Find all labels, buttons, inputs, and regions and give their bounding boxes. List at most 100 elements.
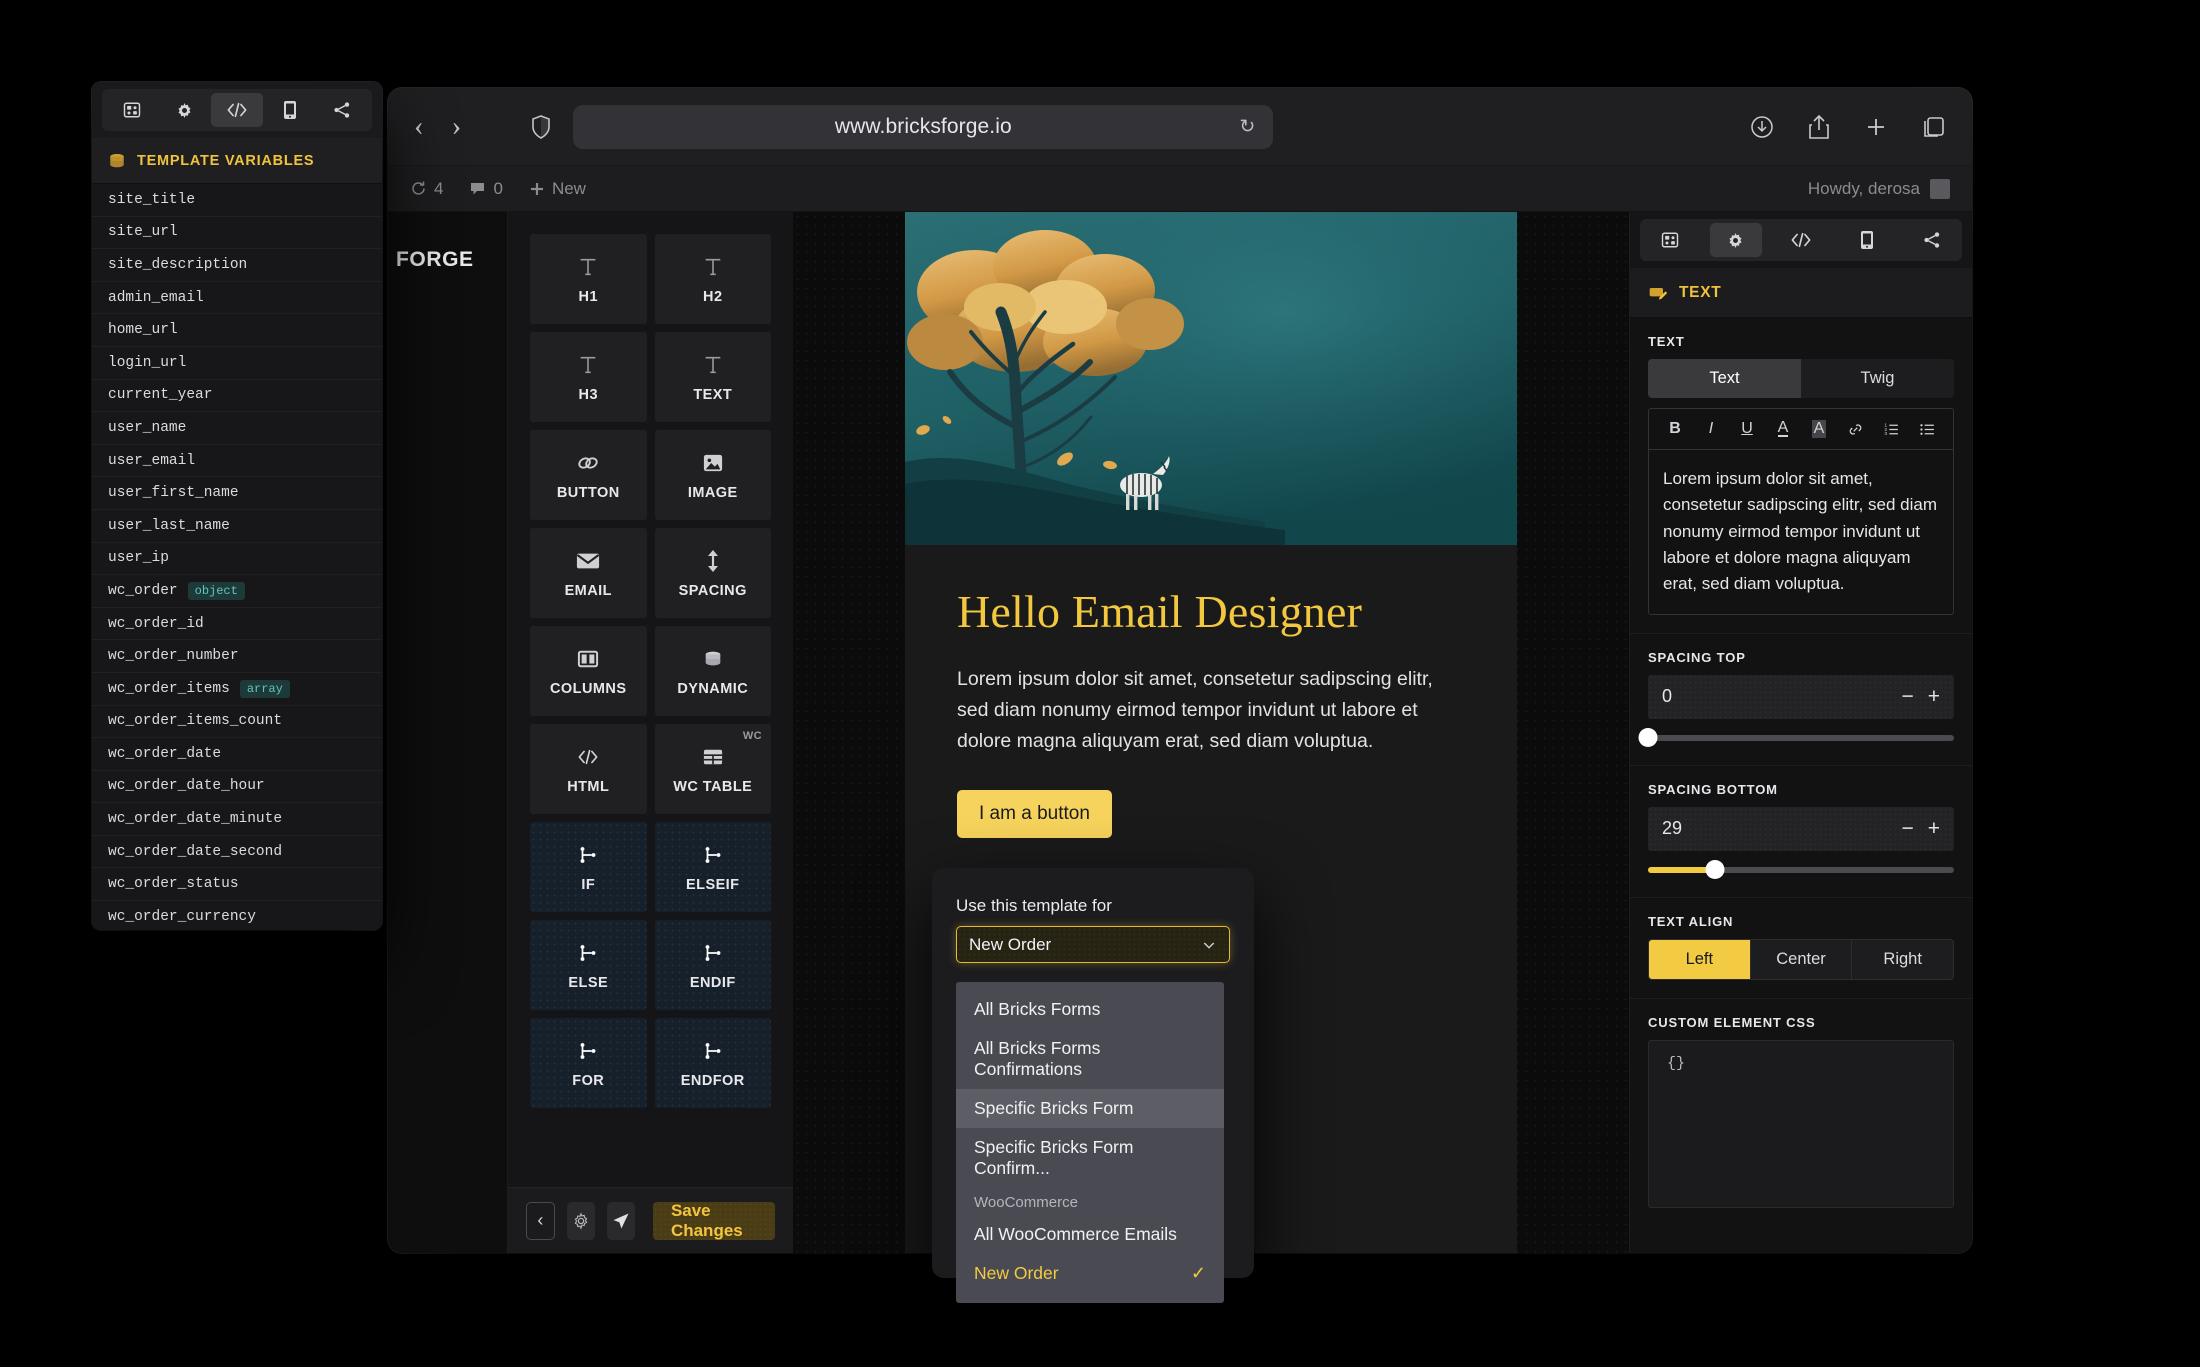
email-title[interactable]: Hello Email Designer xyxy=(957,585,1465,638)
palette-item-dynamic[interactable]: DYNAMIC xyxy=(654,626,771,716)
variable-row[interactable]: login_url xyxy=(92,347,382,380)
bold-icon[interactable]: B xyxy=(1657,418,1693,440)
variables-tab-share-nodes-icon[interactable] xyxy=(316,93,368,127)
new-tab-icon[interactable] xyxy=(1864,115,1888,139)
share-icon[interactable] xyxy=(1808,114,1830,140)
palette-item-button[interactable]: BUTTON xyxy=(530,430,647,520)
variable-row[interactable]: site_title xyxy=(92,184,382,217)
variable-row[interactable]: user_name xyxy=(92,412,382,445)
palette-item-spacing[interactable]: SPACING xyxy=(654,528,771,618)
highlight-icon[interactable]: A xyxy=(1801,418,1837,440)
slider-knob[interactable] xyxy=(1638,728,1658,748)
spacing-top-slider[interactable] xyxy=(1638,728,1954,748)
variable-row[interactable]: current_year xyxy=(92,380,382,413)
spacing-top-increment[interactable]: + xyxy=(1928,685,1940,709)
link-icon[interactable] xyxy=(1837,418,1873,440)
settings-tab-device-mobile-icon[interactable] xyxy=(1841,223,1893,257)
variable-row[interactable]: site_description xyxy=(92,249,382,282)
text-color-icon[interactable]: A xyxy=(1765,418,1801,440)
palette-item-h3[interactable]: H3 xyxy=(530,332,647,422)
variable-row[interactable]: wc_order_items array xyxy=(92,673,382,706)
variable-row[interactable]: admin_email xyxy=(92,282,382,315)
account-menu[interactable]: Howdy, derosa xyxy=(1808,178,1950,199)
variable-row[interactable]: wc_order_date_second xyxy=(92,836,382,869)
settings-button[interactable] xyxy=(566,1201,595,1240)
align-center-button[interactable]: Center xyxy=(1751,939,1853,979)
palette-item-email[interactable]: EMAIL xyxy=(530,528,647,618)
variable-row[interactable]: wc_order_id xyxy=(92,608,382,641)
back-button[interactable]: ‹ xyxy=(414,112,424,141)
spacing-bottom-slider[interactable] xyxy=(1648,860,1954,880)
spacing-top-decrement[interactable]: − xyxy=(1901,685,1913,709)
forward-button[interactable]: › xyxy=(452,112,462,141)
variables-tab-layout-icon[interactable] xyxy=(106,93,158,127)
variable-row[interactable]: user_last_name xyxy=(92,510,382,543)
palette-item-endfor[interactable]: ENDFOR xyxy=(654,1018,771,1108)
ordered-list-icon[interactable]: 123 xyxy=(1873,418,1909,440)
palette-item-image[interactable]: IMAGE xyxy=(654,430,771,520)
variable-row[interactable]: wc_order object xyxy=(92,575,382,608)
tab-twig[interactable]: Twig xyxy=(1801,359,1954,398)
email-body-text[interactable]: Lorem ipsum dolor sit amet, consetetur s… xyxy=(957,664,1465,756)
dropdown-option[interactable]: New Order ✓ xyxy=(956,1254,1224,1293)
palette-item-for[interactable]: FOR xyxy=(530,1018,647,1108)
palette-item-endif[interactable]: ENDIF xyxy=(654,920,771,1010)
variables-tab-gear-icon[interactable] xyxy=(159,93,211,127)
custom-css-editor[interactable]: {} xyxy=(1648,1039,1954,1208)
variables-tab-device-mobile-icon[interactable] xyxy=(264,93,316,127)
spacing-bottom-decrement[interactable]: − xyxy=(1901,817,1913,841)
variable-row[interactable]: wc_order_date_minute xyxy=(92,803,382,836)
tabs-overview-icon[interactable] xyxy=(1922,115,1946,139)
variable-row[interactable]: wc_order_number xyxy=(92,640,382,673)
variable-row[interactable]: user_email xyxy=(92,445,382,478)
variable-row[interactable]: wc_order_date xyxy=(92,738,382,771)
align-left-button[interactable]: Left xyxy=(1649,939,1751,979)
variable-row[interactable]: wc_order_items_count xyxy=(92,706,382,739)
settings-tab-code-icon[interactable] xyxy=(1775,223,1827,257)
dropdown-option[interactable]: All Bricks Forms Confirmations xyxy=(956,1029,1224,1089)
send-test-button[interactable] xyxy=(606,1201,635,1240)
variable-row[interactable]: wc_order_currency xyxy=(92,901,382,930)
variable-row[interactable]: site_url xyxy=(92,217,382,250)
shield-icon[interactable] xyxy=(531,114,551,139)
variable-row[interactable]: user_first_name xyxy=(92,477,382,510)
palette-item-columns[interactable]: COLUMNS xyxy=(530,626,647,716)
updates-indicator[interactable]: 4 xyxy=(410,179,443,199)
dropdown-option[interactable]: Specific Bricks Form Confirm... xyxy=(956,1128,1224,1188)
spacing-top-input[interactable]: 0 − + xyxy=(1648,674,1954,719)
comments-indicator[interactable]: 0 xyxy=(469,179,503,199)
palette-item-h2[interactable]: H2 xyxy=(654,234,771,324)
dropdown-option[interactable]: All WooCommerce Emails xyxy=(956,1215,1224,1254)
variables-tab-code-icon[interactable] xyxy=(211,93,263,127)
palette-item-else[interactable]: ELSE xyxy=(530,920,647,1010)
palette-item-h1[interactable]: H1 xyxy=(530,234,647,324)
email-cta-button[interactable]: I am a button xyxy=(957,790,1112,839)
unordered-list-icon[interactable] xyxy=(1909,418,1945,440)
download-icon[interactable] xyxy=(1750,115,1774,139)
slider-knob[interactable] xyxy=(1705,860,1725,880)
variable-row[interactable]: user_ip xyxy=(92,543,382,576)
variable-row[interactable]: home_url xyxy=(92,314,382,347)
collapse-panel-button[interactable]: ‹ xyxy=(526,1201,555,1240)
dropdown-option[interactable]: Specific Bricks Form xyxy=(956,1089,1224,1128)
palette-item-text[interactable]: TEXT xyxy=(654,332,771,422)
settings-tab-gear-icon[interactable] xyxy=(1709,223,1762,257)
tab-text[interactable]: Text xyxy=(1648,359,1801,398)
align-right-button[interactable]: Right xyxy=(1852,940,1953,979)
template-target-select[interactable]: New Order xyxy=(956,926,1230,963)
save-button[interactable]: Save Changes xyxy=(652,1201,775,1240)
rte-content[interactable]: Lorem ipsum dolor sit amet, consetetur s… xyxy=(1649,450,1953,614)
new-content-button[interactable]: New xyxy=(529,179,586,199)
settings-tab-share-nodes-icon[interactable] xyxy=(1906,223,1958,257)
variables-list[interactable]: site_title site_url site_description admin_… xyxy=(92,184,382,930)
variable-row[interactable]: wc_order_date_hour xyxy=(92,771,382,804)
italic-icon[interactable]: I xyxy=(1693,418,1729,440)
reload-icon[interactable]: ↻ xyxy=(1239,115,1255,138)
spacing-bottom-increment[interactable]: + xyxy=(1928,817,1940,841)
palette-item-if[interactable]: IF xyxy=(530,822,647,912)
palette-item-elseif[interactable]: ELSEIF xyxy=(654,822,771,912)
palette-item-wc-table[interactable]: WC WC TABLE xyxy=(654,724,771,814)
address-bar[interactable]: www.bricksforge.io ↻ xyxy=(573,104,1274,149)
palette-item-html[interactable]: HTML xyxy=(530,724,647,814)
spacing-bottom-input[interactable]: 29 − + xyxy=(1648,806,1954,851)
